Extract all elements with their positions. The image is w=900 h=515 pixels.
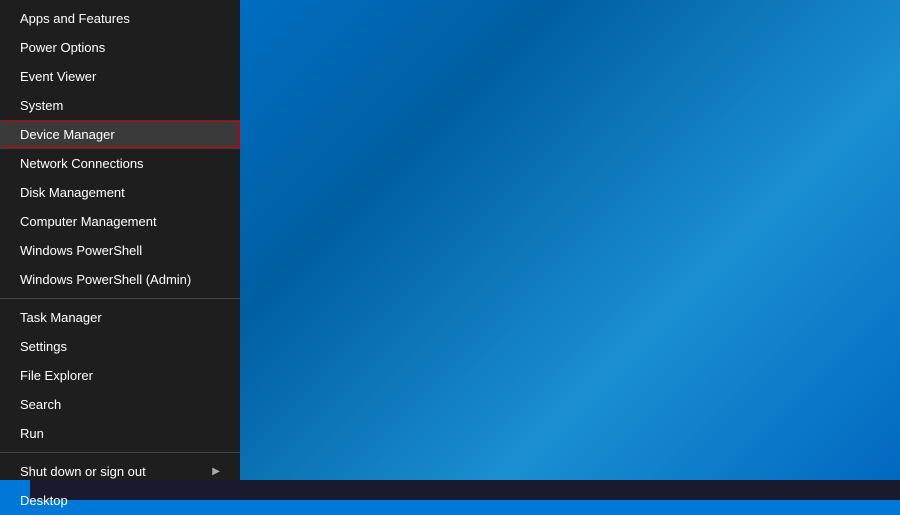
- separator-sep1: [0, 298, 240, 299]
- menu-label-windows-powershell-admin: Windows PowerShell (Admin): [20, 272, 191, 287]
- menu-item-event-viewer[interactable]: Event Viewer: [0, 62, 240, 91]
- desktop: Apps and Features Power Options Event View…: [0, 0, 900, 500]
- menu-item-desktop[interactable]: Desktop: [0, 486, 240, 515]
- menu-item-power-options[interactable]: Power Options: [0, 33, 240, 62]
- menu-item-settings[interactable]: Settings: [0, 332, 240, 361]
- menu-label-network-connections: Network Connections: [20, 156, 144, 171]
- menu-label-file-explorer: File Explorer: [20, 368, 93, 383]
- chevron-right-icon: ▶: [212, 466, 220, 477]
- menu-item-shut-down-sign-out[interactable]: Shut down or sign out ▶: [0, 457, 240, 486]
- menu-label-computer-management: Computer Management: [20, 214, 157, 229]
- menu-label-windows-powershell: Windows PowerShell: [20, 243, 142, 258]
- menu-label-power-options: Power Options: [20, 40, 105, 55]
- menu-item-device-manager[interactable]: Device Manager: [0, 120, 240, 149]
- menu-label-task-manager: Task Manager: [20, 310, 102, 325]
- menu-item-search[interactable]: Search: [0, 390, 240, 419]
- menu-item-network-connections[interactable]: Network Connections: [0, 149, 240, 178]
- menu-item-file-explorer[interactable]: File Explorer: [0, 361, 240, 390]
- separator-sep2: [0, 452, 240, 453]
- context-menu: Apps and Features Power Options Event View…: [0, 0, 240, 480]
- menu-label-search: Search: [20, 397, 61, 412]
- menu-label-system: System: [20, 98, 63, 113]
- menu-label-event-viewer: Event Viewer: [20, 69, 96, 84]
- menu-label-desktop: Desktop: [20, 493, 68, 508]
- menu-item-task-manager[interactable]: Task Manager: [0, 303, 240, 332]
- menu-label-disk-management: Disk Management: [20, 185, 125, 200]
- menu-label-settings: Settings: [20, 339, 67, 354]
- menu-label-shut-down-sign-out: Shut down or sign out: [20, 464, 146, 479]
- menu-item-apps-features[interactable]: Apps and Features: [0, 4, 240, 33]
- menu-item-disk-management[interactable]: Disk Management: [0, 178, 240, 207]
- menu-item-windows-powershell[interactable]: Windows PowerShell: [0, 236, 240, 265]
- menu-label-apps-features: Apps and Features: [20, 11, 130, 26]
- menu-label-run: Run: [20, 426, 44, 441]
- menu-item-run[interactable]: Run: [0, 419, 240, 448]
- menu-item-computer-management[interactable]: Computer Management: [0, 207, 240, 236]
- menu-item-windows-powershell-admin[interactable]: Windows PowerShell (Admin): [0, 265, 240, 294]
- menu-item-system[interactable]: System: [0, 91, 240, 120]
- menu-label-device-manager: Device Manager: [20, 127, 115, 142]
